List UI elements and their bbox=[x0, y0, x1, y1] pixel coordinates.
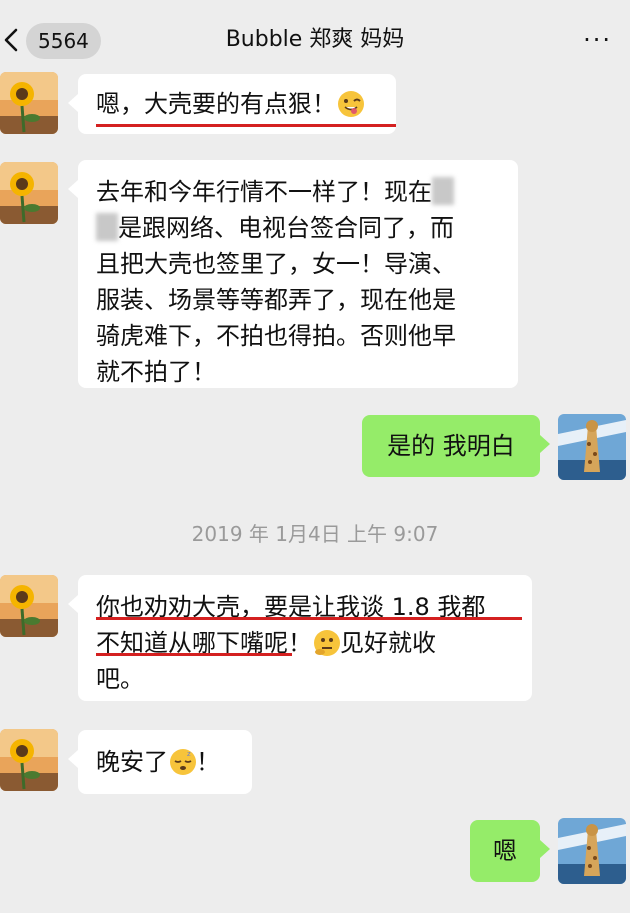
contact-avatar[interactable] bbox=[0, 575, 58, 637]
message-text-line: 服装、场景等等都弄了，现在他是 bbox=[96, 286, 456, 314]
winking-face-tongue-icon bbox=[338, 91, 364, 117]
annotation-underline bbox=[96, 653, 292, 656]
message-text: 嗯，大壳要的有点狠！ bbox=[96, 90, 336, 118]
contact-avatar[interactable] bbox=[0, 72, 58, 134]
message-text-line: 吧。 bbox=[96, 665, 144, 693]
navigation-bar: 5564 Bubble 郑爽 妈妈 ··· bbox=[0, 0, 630, 80]
annotation-underline bbox=[96, 617, 522, 620]
message-text: 是的 我明白 bbox=[387, 432, 515, 460]
contact-avatar[interactable] bbox=[0, 162, 58, 224]
message-text-line: 就不拍了！ bbox=[96, 358, 216, 386]
my-avatar[interactable] bbox=[558, 414, 626, 480]
more-options-icon[interactable]: ··· bbox=[583, 26, 612, 54]
my-avatar[interactable] bbox=[558, 818, 626, 884]
message-bubble[interactable]: 晚安了 z ！ bbox=[68, 730, 252, 794]
contact-avatar[interactable] bbox=[0, 729, 58, 791]
chat-title: Bubble 郑爽 妈妈 bbox=[225, 27, 405, 52]
message-bubble[interactable]: 你也劝劝大壳，要是让我谈 1.8 我都 不知道从哪下嘴呢！ 见好就收 吧。 bbox=[68, 575, 532, 701]
svg-text:z: z bbox=[187, 750, 191, 758]
redacted-text-block bbox=[432, 177, 454, 205]
sleeping-face-icon: z bbox=[170, 749, 196, 775]
chat-timestamp: 2019 年 1月4日 上午 9:07 bbox=[191, 522, 439, 546]
message-text: 嗯 bbox=[493, 837, 517, 865]
message-text-line: 见好就收 bbox=[340, 629, 436, 657]
message-bubble[interactable]: 是的 我明白 bbox=[362, 415, 550, 477]
thinking-face-icon bbox=[314, 630, 340, 656]
annotation-underline bbox=[96, 124, 396, 127]
redacted-text-block bbox=[96, 213, 118, 241]
message-text-line: 是跟网络、电视台签合同了，而 bbox=[118, 214, 454, 242]
message-bubble[interactable]: 嗯 bbox=[470, 820, 550, 882]
message-text-line: 骑虎难下，不拍也得拍。否则他早 bbox=[96, 322, 456, 350]
message-text: 晚安了 bbox=[96, 748, 168, 776]
message-text-line: 去年和今年行情不一样了！现在 bbox=[96, 178, 432, 206]
message-text: ！ bbox=[196, 748, 220, 776]
message-text-line: 且把大壳也签里了，女一！导演、 bbox=[96, 250, 456, 278]
message-bubble[interactable]: 去年和今年行情不一样了！现在 是跟网络、电视台签合同了，而 且把大壳也签里了，女… bbox=[68, 160, 518, 388]
